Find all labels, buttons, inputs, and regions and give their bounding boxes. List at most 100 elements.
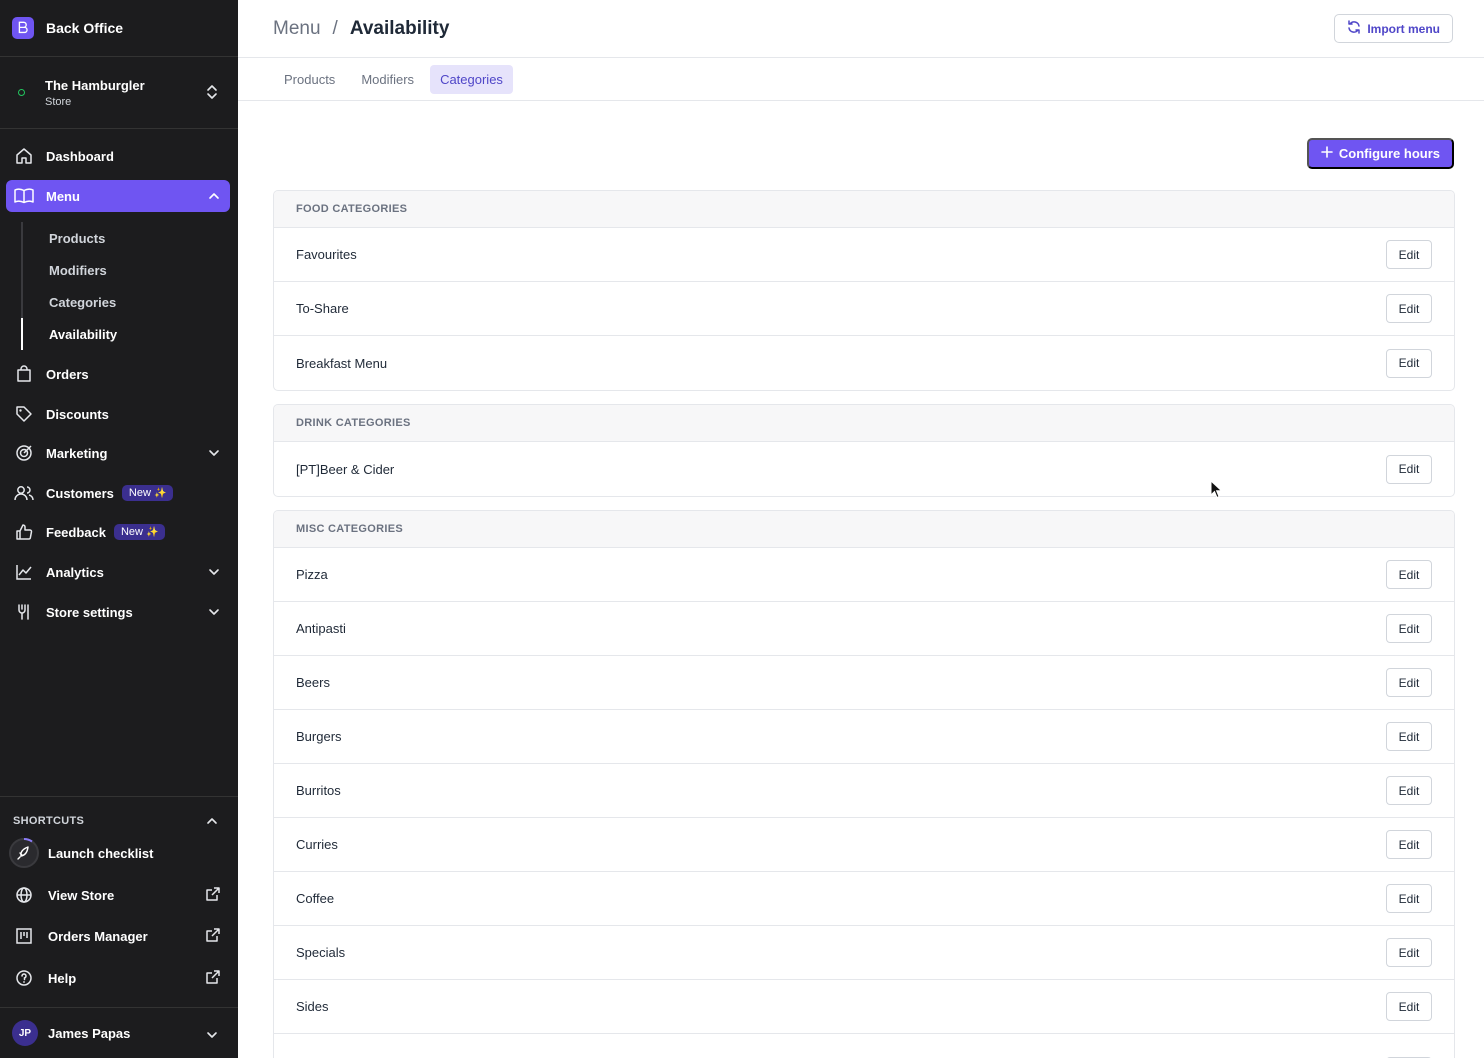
page-title: Availability xyxy=(349,17,450,39)
new-badge: New ✨ xyxy=(113,524,166,540)
configure-hours-label: Configure hours xyxy=(1338,146,1440,161)
sparkle-icon: ✨ xyxy=(153,487,167,499)
shortcut-view-store[interactable]: View Store xyxy=(8,879,230,911)
edit-button[interactable]: Edit xyxy=(1386,830,1432,859)
configure-hours-button[interactable]: Configure hours xyxy=(1306,138,1454,169)
subnav-modifiers[interactable]: Modifiers xyxy=(23,254,213,286)
store-switcher[interactable]: The Hamburgler Store xyxy=(0,57,238,129)
page-header: Menu / Availability Import menu xyxy=(238,0,1484,58)
nav-dashboard[interactable]: Dashboard xyxy=(6,140,230,172)
external-link-icon xyxy=(206,887,220,906)
chevron-down-icon xyxy=(208,446,220,464)
tab-products[interactable]: Products xyxy=(274,65,345,94)
tag-icon xyxy=(14,404,34,424)
edit-button[interactable]: Edit xyxy=(1386,992,1432,1021)
edit-button[interactable]: Edit xyxy=(1386,884,1432,913)
edit-button[interactable]: Edit xyxy=(1386,938,1432,967)
mouse-cursor-icon xyxy=(1210,479,1224,505)
nav-customers[interactable]: Customers New ✨ xyxy=(6,477,230,509)
tools-icon xyxy=(14,602,34,622)
breadcrumb-separator: / xyxy=(332,17,338,39)
list-item: Breakfast Menu Edit xyxy=(274,336,1454,390)
new-badge-label: New xyxy=(120,526,143,538)
user-menu[interactable]: JP James Papas xyxy=(0,1007,238,1058)
brand-logo-icon xyxy=(12,17,34,39)
import-menu-button[interactable]: Import menu xyxy=(1334,14,1453,43)
list-item: Specials Edit xyxy=(274,926,1454,980)
misc-categories-group: MISC CATEGORIES Pizza Edit Antipasti Edit … xyxy=(273,510,1455,1058)
nav-dashboard-label: Dashboard xyxy=(46,148,114,164)
nav-feedback-label: Feedback xyxy=(46,524,106,540)
tab-modifiers[interactable]: Modifiers xyxy=(351,65,424,94)
list-item: Favourites Edit xyxy=(274,228,1454,282)
shopping-bag-icon xyxy=(14,364,34,384)
edit-button[interactable]: Edit xyxy=(1386,776,1432,805)
edit-button[interactable]: Edit xyxy=(1386,722,1432,751)
external-link-icon xyxy=(206,928,220,947)
edit-button[interactable]: Edit xyxy=(1386,240,1432,269)
nav-marketing[interactable]: Marketing xyxy=(6,437,230,469)
target-icon xyxy=(14,443,34,463)
nav-discounts[interactable]: Discounts xyxy=(6,398,230,430)
edit-button[interactable]: Edit xyxy=(1386,454,1432,484)
subnav-products[interactable]: Products xyxy=(23,222,213,254)
main-content: Menu / Availability Import menu Products… xyxy=(238,0,1484,1058)
shortcut-orders-manager-label: Orders Manager xyxy=(48,928,148,944)
nav-marketing-label: Marketing xyxy=(46,445,108,461)
nav-orders-label: Orders xyxy=(46,366,89,382)
nav-orders[interactable]: Orders xyxy=(6,358,230,390)
edit-button[interactable]: Edit xyxy=(1386,294,1432,323)
home-icon xyxy=(14,146,34,166)
chevron-down-icon xyxy=(206,1028,218,1046)
breadcrumb-menu[interactable]: Menu xyxy=(273,18,321,40)
sparkle-icon: ✨ xyxy=(146,526,159,538)
book-open-icon xyxy=(14,186,34,206)
user-name: James Papas xyxy=(48,1025,131,1041)
refresh-icon xyxy=(1347,20,1361,37)
category-name: [PT]Beer & Cider xyxy=(296,461,395,477)
list-item: Curries Edit xyxy=(274,818,1454,872)
nav-menu[interactable]: Menu xyxy=(6,180,230,212)
tab-categories[interactable]: Categories xyxy=(430,64,513,94)
tab-bar: Products Modifiers Categories xyxy=(238,58,1484,101)
category-name: Specials xyxy=(296,945,346,960)
list-item: Pizza Edit xyxy=(274,548,1454,602)
food-categories-group: FOOD CATEGORIES Favourites Edit To-Share E… xyxy=(273,190,1455,391)
nav-analytics-label: Analytics xyxy=(46,564,104,580)
list-item: Antipasti Edit xyxy=(274,602,1454,656)
import-menu-label: Import menu xyxy=(1367,21,1440,36)
shortcut-launch-checklist-label: Launch checklist xyxy=(48,845,154,861)
category-name: Coffee xyxy=(296,891,335,906)
category-name: To-Share xyxy=(296,301,349,316)
edit-button[interactable]: Edit xyxy=(1386,348,1432,378)
chevron-up-icon xyxy=(206,815,218,830)
list-item: To-Share Edit xyxy=(274,282,1454,336)
shortcut-launch-checklist[interactable]: Launch checklist xyxy=(8,837,230,869)
category-name: Beers xyxy=(296,675,330,690)
chevron-down-icon xyxy=(208,565,220,583)
subnav-availability[interactable]: Availability xyxy=(21,318,211,350)
edit-button[interactable]: Edit xyxy=(1386,614,1432,643)
nav-feedback[interactable]: Feedback New ✨ xyxy=(6,516,230,548)
subnav-categories[interactable]: Categories xyxy=(23,286,213,318)
line-chart-icon xyxy=(14,562,34,582)
nav-store-settings[interactable]: Store settings xyxy=(6,596,230,628)
new-badge-label: New xyxy=(128,487,151,499)
list-item: Beers Edit xyxy=(274,656,1454,710)
nav-customers-label: Customers xyxy=(46,485,114,501)
group-header: MISC CATEGORIES xyxy=(274,511,1454,548)
edit-button[interactable]: Edit xyxy=(1386,560,1432,589)
brand-header[interactable]: Back Office xyxy=(0,0,238,57)
category-name: Burgers xyxy=(296,729,342,744)
list-item: Coffee Edit xyxy=(274,872,1454,926)
shortcut-orders-manager[interactable]: Orders Manager xyxy=(8,920,230,952)
shortcut-help[interactable]: Help xyxy=(8,962,230,994)
nav-analytics[interactable]: Analytics xyxy=(6,556,230,588)
nav-discounts-label: Discounts xyxy=(46,406,109,422)
external-link-icon xyxy=(206,970,220,989)
edit-button[interactable]: Edit xyxy=(1386,668,1432,697)
group-header: DRINK CATEGORIES xyxy=(274,405,1454,442)
list-item xyxy=(274,1034,1454,1058)
list-item: Burgers Edit xyxy=(274,710,1454,764)
nav-store-settings-label: Store settings xyxy=(46,604,133,620)
